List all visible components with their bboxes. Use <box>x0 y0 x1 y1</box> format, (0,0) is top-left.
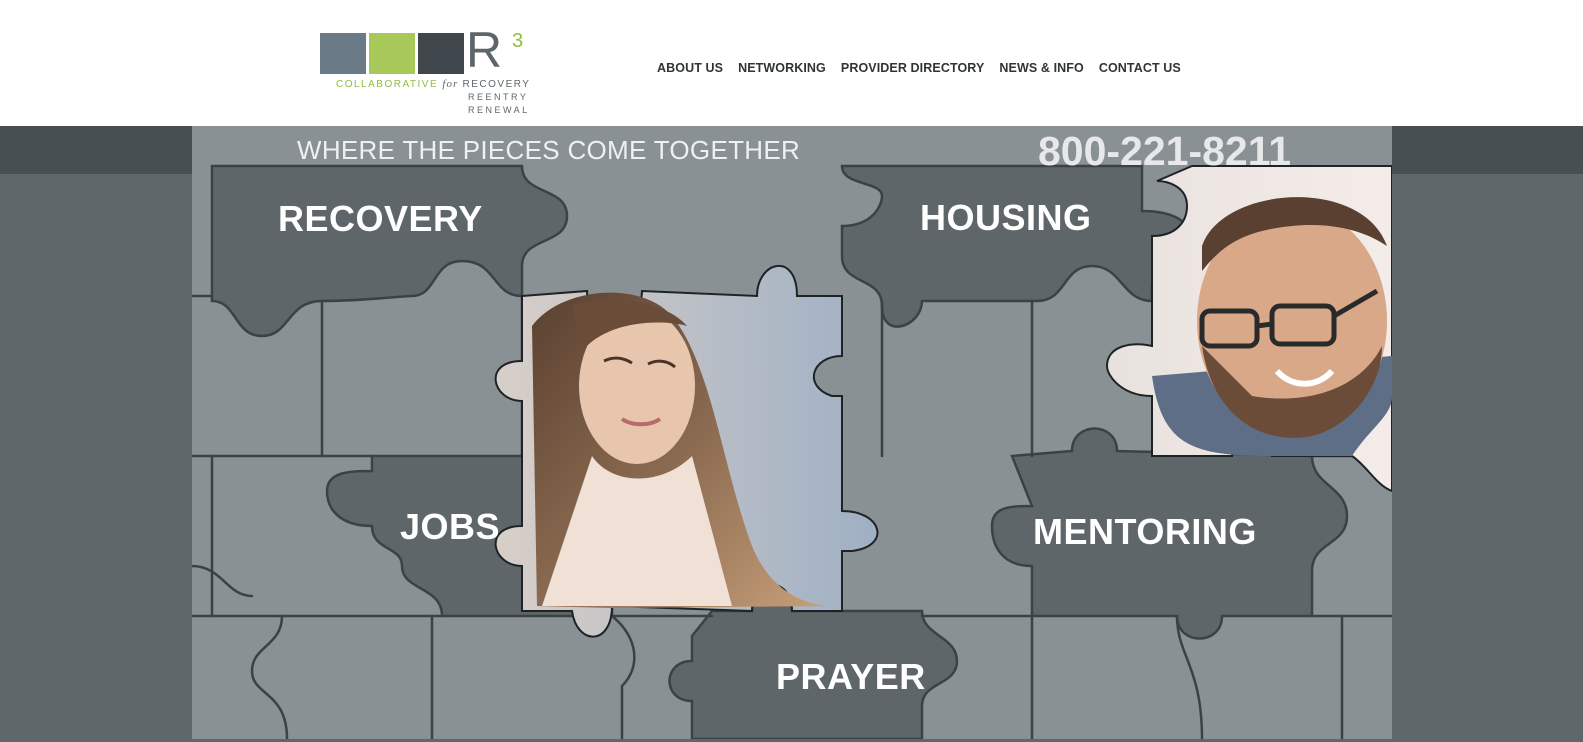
logo-superscript: 3 <box>512 30 524 52</box>
site-tagline: WHERE THE PIECES COME TOGETHER <box>297 135 801 165</box>
logo-tagline-line1: COLLABORATIVE for RECOVERY <box>336 78 530 90</box>
logo-square-dark <box>418 33 464 74</box>
logo-square-green <box>369 33 415 74</box>
logo-reentry: REENTRY <box>468 92 529 102</box>
nav-contact-us[interactable]: CONTACT US <box>1099 61 1181 75</box>
piece-label-prayer[interactable]: PRAYER <box>776 656 926 698</box>
site-header: R 3 COLLABORATIVE for RECOVERY REENTRY R… <box>0 0 1583 126</box>
nav-about-us[interactable]: ABOUT US <box>657 61 723 75</box>
logo-square-slate <box>320 33 366 74</box>
piece-label-housing[interactable]: HOUSING <box>920 197 1092 239</box>
nav-networking[interactable]: NETWORKING <box>738 61 826 75</box>
piece-label-mentoring[interactable]: MENTORING <box>1033 511 1257 553</box>
photo-piece-woman <box>494 265 879 638</box>
nav-news-info[interactable]: NEWS & INFO <box>999 61 1083 75</box>
piece-label-jobs[interactable]: JOBS <box>400 506 500 548</box>
main-nav: ABOUT US NETWORKING PROVIDER DIRECTORY N… <box>657 61 1196 75</box>
nav-provider-directory[interactable]: PROVIDER DIRECTORY <box>841 61 985 75</box>
piece-label-recovery[interactable]: RECOVERY <box>278 198 483 240</box>
site-logo[interactable]: R 3 COLLABORATIVE for RECOVERY REENTRY R… <box>320 25 540 118</box>
logo-recovery: RECOVERY <box>462 79 531 90</box>
logo-for: for <box>442 78 459 90</box>
logo-collaborative: COLLABORATIVE <box>336 79 439 90</box>
logo-renewal: RENEWAL <box>468 105 530 115</box>
phone-number[interactable]: 800-221-8211 <box>1038 128 1291 175</box>
logo-letter: R <box>466 22 503 78</box>
